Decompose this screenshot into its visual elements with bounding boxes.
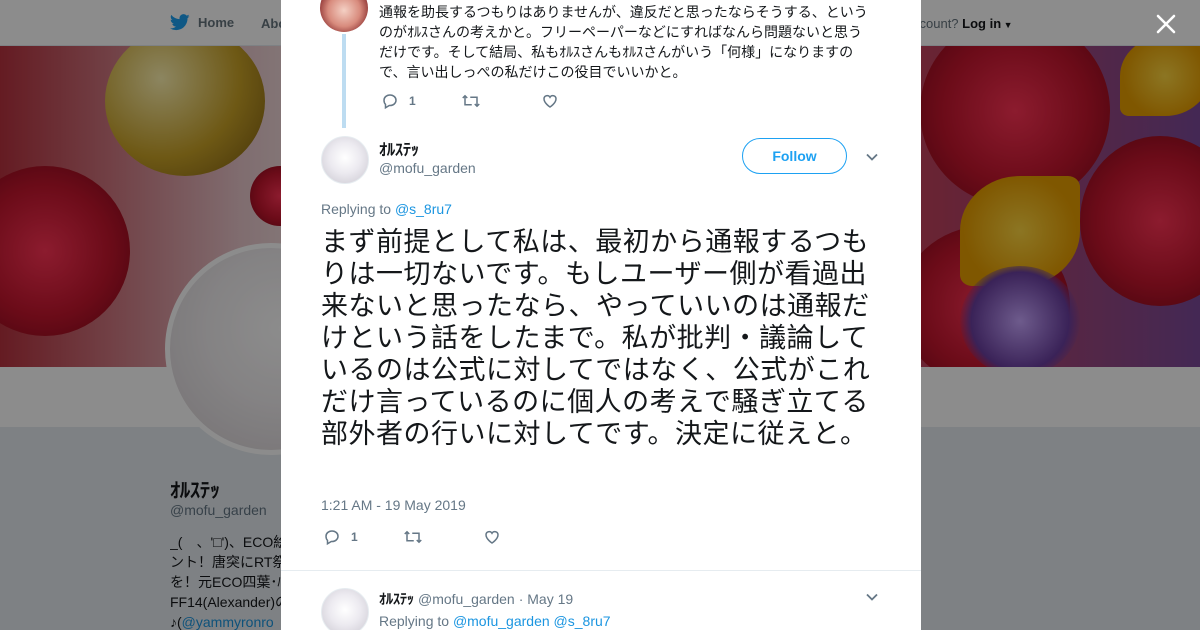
reply-tweet-date[interactable]: · May 19 xyxy=(519,591,573,607)
reply-button[interactable]: 1 xyxy=(323,528,403,546)
close-icon xyxy=(1156,14,1176,34)
heart-icon xyxy=(543,94,557,108)
reply-author-handle[interactable]: @mofu_garden xyxy=(418,591,515,607)
replying-to-link[interactable]: @mofu_garden xyxy=(453,613,550,629)
replying-to-line: Replying to @s_8ru7 xyxy=(321,201,452,217)
tweet-options-button[interactable] xyxy=(865,150,879,169)
chevron-down-icon xyxy=(866,153,878,161)
tweet-text: まず前提として私は、最初から通報するつもりは一切ないです。もしユーザー側が看過出… xyxy=(321,227,871,450)
reply-count: 1 xyxy=(409,94,416,108)
reply-icon xyxy=(383,94,397,110)
tweet-modal: 通報を助長するつもりはありませんが、違反だと思ったならそうする、というのがｵﾙｽ… xyxy=(281,0,921,630)
reply-tweet-header: ｵﾙｽﾃｯ @mofu_garden · May 19 xyxy=(379,589,573,609)
tweet-divider xyxy=(281,570,921,571)
author-handle[interactable]: @mofu_garden xyxy=(379,160,476,176)
author-name[interactable]: ｵﾙｽﾃｯ xyxy=(379,136,419,160)
reply-tweet-options-button[interactable] xyxy=(865,590,879,609)
retweet-icon xyxy=(462,94,480,108)
close-button[interactable] xyxy=(1152,10,1180,38)
reply-button[interactable]: 1 xyxy=(381,92,461,110)
parent-tweet-avatar[interactable] xyxy=(320,0,368,32)
replying-to-link[interactable]: @s_8ru7 xyxy=(554,613,611,629)
heart-icon xyxy=(485,530,499,544)
replying-prefix: Replying to xyxy=(379,613,450,629)
reply-count: 1 xyxy=(351,530,358,544)
parent-tweet-text: 通報を助長するつもりはありませんが、違反だと思ったならそうする、というのがｵﾙｽ… xyxy=(379,4,868,80)
like-button[interactable] xyxy=(541,92,559,110)
retweet-button[interactable] xyxy=(403,528,483,546)
reply-author-name[interactable]: ｵﾙｽﾃｯ xyxy=(379,589,414,609)
like-button[interactable] xyxy=(483,528,501,546)
replying-prefix: Replying to xyxy=(321,201,392,217)
thread-connector-line xyxy=(342,34,346,128)
retweet-button[interactable] xyxy=(461,92,541,110)
retweet-icon xyxy=(404,530,422,544)
tweet-actions: 1 xyxy=(323,528,501,546)
parent-tweet-actions: 1 xyxy=(381,92,559,110)
tweet-timestamp[interactable]: 1:21 AM - 19 May 2019 xyxy=(321,497,466,513)
replying-to-link[interactable]: @s_8ru7 xyxy=(395,201,452,217)
chevron-down-icon xyxy=(866,593,878,601)
author-avatar[interactable] xyxy=(321,136,369,184)
reply-icon xyxy=(325,530,339,546)
follow-button[interactable]: Follow xyxy=(742,138,847,174)
reply-tweet-replying-to: Replying to @mofu_garden @s_8ru7 xyxy=(379,613,611,629)
reply-tweet-avatar[interactable] xyxy=(321,588,369,630)
